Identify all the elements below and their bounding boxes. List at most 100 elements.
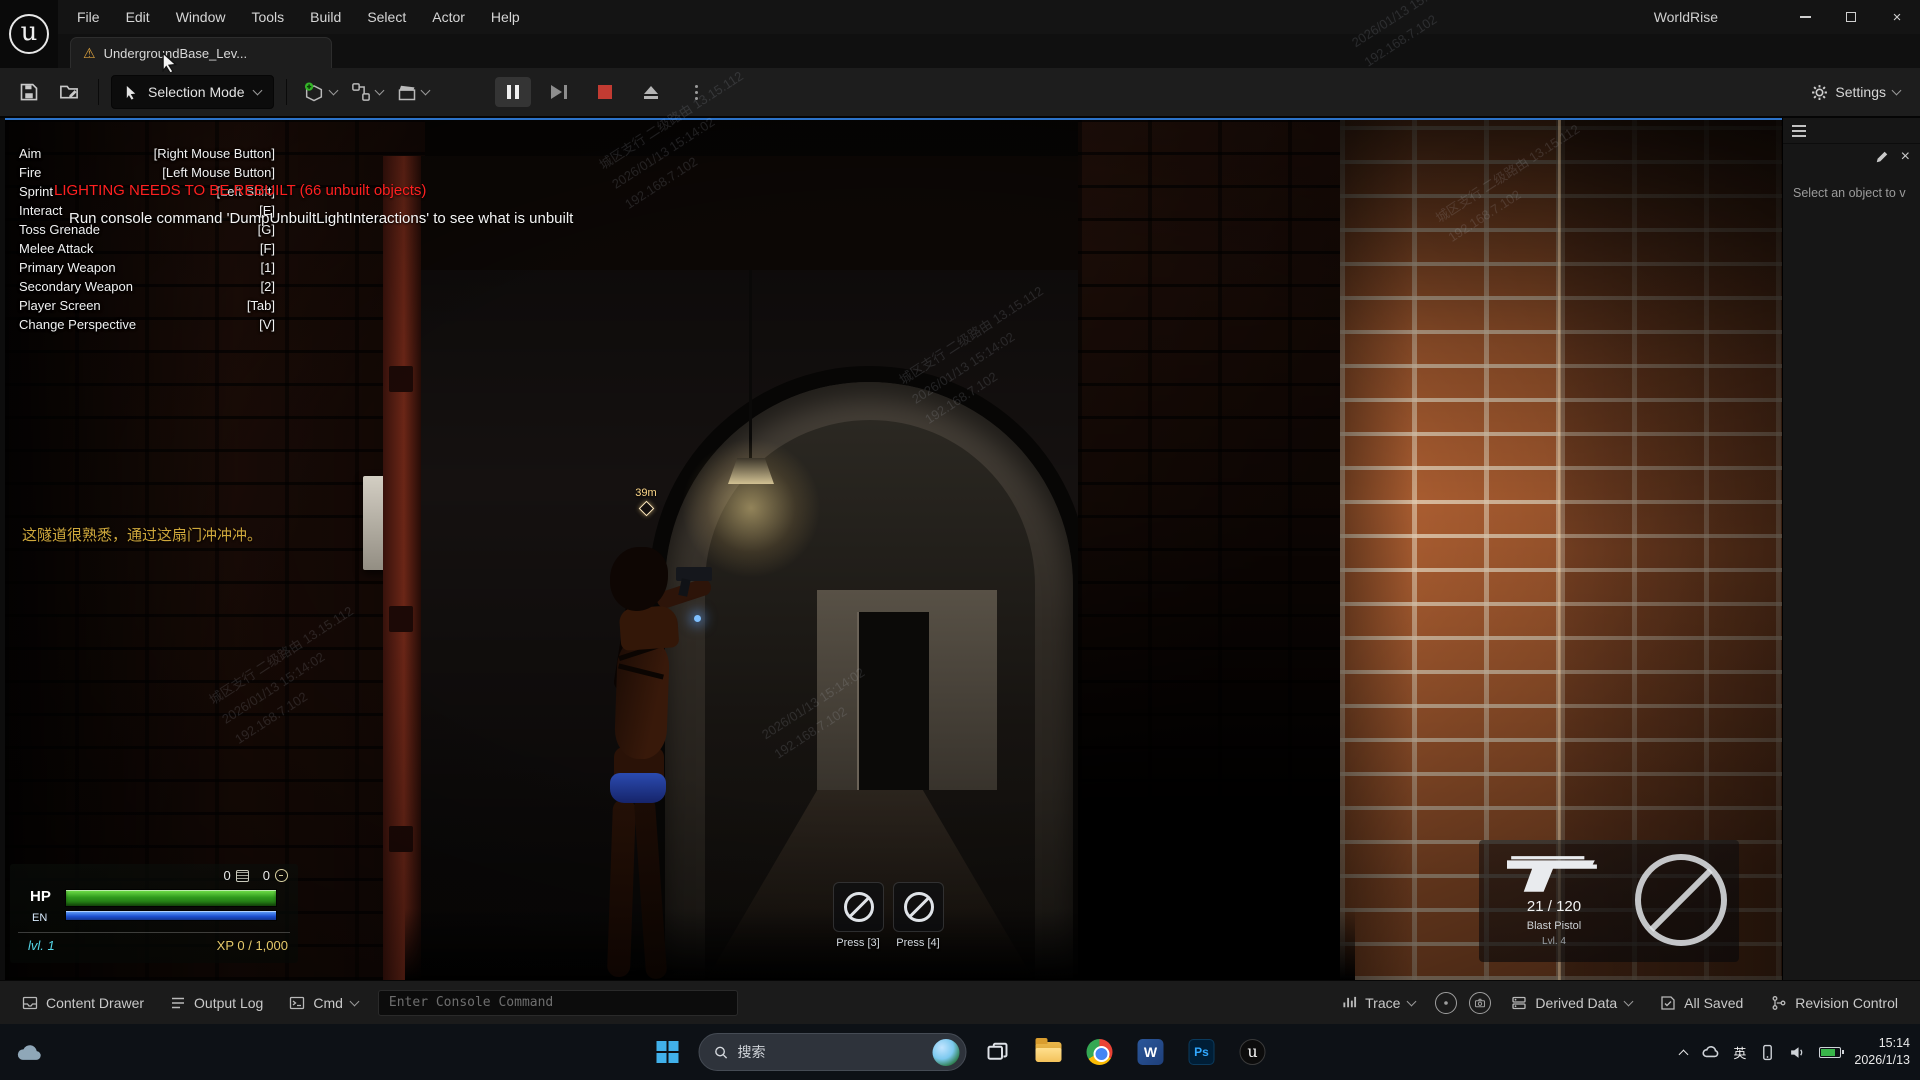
screenshot-button[interactable]: [1469, 992, 1491, 1014]
add-actor-icon: [303, 81, 325, 103]
more-options-icon: [695, 91, 698, 94]
blueprints-button[interactable]: [347, 75, 387, 109]
tray-date: 2026/1/13: [1854, 1052, 1910, 1069]
settings-dropdown[interactable]: Settings: [1811, 84, 1908, 101]
trace-dropdown[interactable]: Trace: [1330, 987, 1427, 1019]
cinematics-button[interactable]: [393, 75, 433, 109]
chevron-down-icon: [1624, 996, 1634, 1006]
cinematics-icon: [397, 82, 417, 102]
output-log-button[interactable]: Output Log: [158, 987, 275, 1019]
foreground-floor: [405, 908, 1355, 980]
taskbar-search[interactable]: [699, 1033, 967, 1071]
brick-corner-lit-face: [1340, 120, 1560, 980]
maximize-button[interactable]: [1828, 0, 1874, 34]
muzzle-glint: [694, 615, 701, 622]
corridor-far-doorway: [857, 612, 929, 790]
menu-actor[interactable]: Actor: [419, 0, 478, 34]
character-shadow: [588, 965, 698, 980]
pause-icon: [507, 85, 519, 99]
browse-content-icon: [59, 82, 79, 102]
menu-file[interactable]: File: [64, 0, 113, 34]
tray-overflow-chevron[interactable]: [1679, 1049, 1689, 1059]
details-panel: × Select an object to v: [1782, 118, 1920, 980]
eject-button[interactable]: [633, 77, 669, 107]
derived-data-icon: [1511, 995, 1527, 1011]
brick-wall-left: [5, 120, 425, 980]
insights-session-button[interactable]: [1435, 992, 1457, 1014]
windows-taskbar: W Ps u 英 15:14 2026/1/13: [0, 1024, 1920, 1080]
panel-menu-icon[interactable]: [1792, 130, 1806, 132]
file-explorer-icon: [1036, 1042, 1062, 1062]
ime-indicator[interactable]: 英: [1733, 1043, 1746, 1062]
gear-icon: [1811, 84, 1828, 101]
stop-button[interactable]: [587, 77, 623, 107]
minimize-button[interactable]: [1782, 0, 1828, 34]
content-drawer-button[interactable]: Content Drawer: [10, 987, 156, 1019]
close-button[interactable]: ×: [1874, 0, 1920, 34]
menu-window[interactable]: Window: [163, 0, 239, 34]
word-icon: W: [1138, 1039, 1164, 1065]
console-command-input[interactable]: [378, 990, 738, 1016]
task-view-button[interactable]: [978, 1030, 1018, 1074]
level-tab[interactable]: ⚠ UndergroundBase_Lev...: [70, 37, 332, 68]
menu-select[interactable]: Select: [354, 0, 419, 34]
content-drawer-icon: [22, 995, 38, 1011]
blueprints-icon: [351, 82, 371, 102]
editor-mode-label: Selection Mode: [148, 84, 245, 100]
battery-icon[interactable]: [1819, 1047, 1841, 1058]
frame-skip-button[interactable]: [541, 77, 577, 107]
search-input[interactable]: [738, 1044, 924, 1060]
unreal-logo: u: [0, 0, 58, 68]
menu-tools[interactable]: Tools: [238, 0, 297, 34]
unreal-taskbar-button[interactable]: u: [1233, 1030, 1273, 1074]
volume-icon[interactable]: [1789, 1044, 1806, 1061]
unreal-taskbar-icon: u: [1240, 1039, 1266, 1065]
character-leg: [607, 799, 636, 978]
toolbar-separator: [286, 79, 287, 105]
start-button[interactable]: [648, 1030, 688, 1074]
chrome-button[interactable]: [1080, 1030, 1120, 1074]
word-button[interactable]: W: [1131, 1030, 1171, 1074]
chrome-icon: [1087, 1039, 1113, 1065]
menu-help[interactable]: Help: [478, 0, 533, 34]
menu-edit[interactable]: Edit: [113, 0, 163, 34]
save-button[interactable]: [12, 75, 46, 109]
main-toolbar: Selection Mode Settings: [0, 68, 1920, 118]
chevron-down-icon: [328, 86, 338, 96]
browse-content-button[interactable]: [52, 75, 86, 109]
onedrive-icon[interactable]: [1700, 1042, 1720, 1062]
revision-control-button[interactable]: Revision Control: [1759, 987, 1910, 1019]
daily-image-icon[interactable]: [933, 1039, 960, 1066]
file-explorer-button[interactable]: [1029, 1030, 1069, 1074]
door-hinge: [389, 826, 413, 852]
edit-pen-icon[interactable]: [1875, 150, 1889, 164]
photoshop-button[interactable]: Ps: [1182, 1030, 1222, 1074]
search-icon: [714, 1045, 729, 1060]
settings-label: Settings: [1835, 84, 1886, 100]
pie-options-button[interactable]: [679, 77, 715, 107]
player-character: [570, 545, 770, 980]
game-viewport[interactable]: Aim[Right Mouse Button] Fire[Left Mouse …: [5, 118, 1782, 980]
phone-link-icon[interactable]: [1759, 1044, 1776, 1061]
tray-clock[interactable]: 15:14 2026/1/13: [1854, 1035, 1910, 1069]
console-icon: [289, 995, 305, 1011]
insights-icon: [1441, 998, 1451, 1008]
pause-button[interactable]: [495, 77, 531, 107]
character-leg: [634, 796, 668, 979]
menu-bar: u File Edit Window Tools Build Select Ac…: [0, 0, 1920, 34]
cmd-dropdown[interactable]: Cmd: [277, 987, 370, 1019]
details-empty-hint: Select an object to v: [1793, 186, 1920, 200]
chevron-down-icon: [349, 996, 359, 1006]
menu-items: File Edit Window Tools Build Select Acto…: [64, 0, 533, 34]
add-actor-button[interactable]: [299, 75, 341, 109]
derived-data-dropdown[interactable]: Derived Data: [1499, 987, 1644, 1019]
chevron-down-icon: [1892, 86, 1902, 96]
close-icon[interactable]: ×: [1901, 149, 1910, 165]
editor-mode-dropdown[interactable]: Selection Mode: [111, 75, 274, 109]
brick-corner-dark-face: [1560, 120, 1782, 980]
all-saved-button[interactable]: All Saved: [1648, 987, 1755, 1019]
menu-build[interactable]: Build: [297, 0, 354, 34]
weather-icon[interactable]: [14, 1038, 42, 1066]
all-saved-icon: [1660, 995, 1676, 1011]
play-in-editor-controls: [495, 77, 715, 107]
